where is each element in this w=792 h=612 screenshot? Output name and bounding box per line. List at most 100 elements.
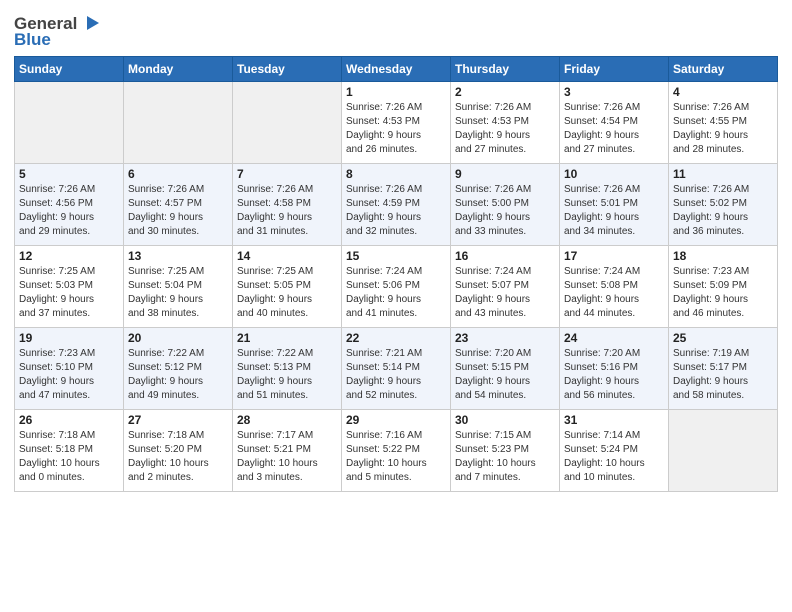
day-info: Sunrise: 7:26 AM Sunset: 4:59 PM Dayligh… — [346, 183, 446, 239]
calendar-cell: 9 Sunrise: 7:26 AM Sunset: 5:00 PM Daylig… — [451, 164, 560, 246]
logo: General Blue — [14, 14, 101, 50]
day-number: 19 — [19, 331, 119, 345]
day-number: 29 — [346, 413, 446, 427]
day-number: 30 — [455, 413, 555, 427]
day-number: 7 — [237, 167, 337, 181]
calendar-cell: 7 Sunrise: 7:26 AM Sunset: 4:58 PM Daylig… — [233, 164, 342, 246]
day-number: 18 — [673, 249, 773, 263]
day-number: 3 — [564, 85, 664, 99]
weekday-friday: Friday — [560, 57, 669, 82]
calendar-cell: 16 Sunrise: 7:24 AM Sunset: 5:07 PM Dayli… — [451, 246, 560, 328]
day-info: Sunrise: 7:20 AM Sunset: 5:15 PM Dayligh… — [455, 347, 555, 403]
calendar-cell: 14 Sunrise: 7:25 AM Sunset: 5:05 PM Dayli… — [233, 246, 342, 328]
day-info: Sunrise: 7:26 AM Sunset: 4:53 PM Dayligh… — [346, 101, 446, 157]
calendar-cell: 30 Sunrise: 7:15 AM Sunset: 5:23 PM Dayli… — [451, 410, 560, 492]
calendar-cell: 31Sunrise: 7:14 AM Sunset: 5:24 PM Dayli… — [560, 410, 669, 492]
calendar-cell: 18Sunrise: 7:23 AM Sunset: 5:09 PM Dayli… — [669, 246, 778, 328]
calendar-cell: 13 Sunrise: 7:25 AM Sunset: 5:04 PM Dayli… — [124, 246, 233, 328]
day-info: Sunrise: 7:26 AM Sunset: 4:53 PM Dayligh… — [455, 101, 555, 157]
calendar-cell — [124, 82, 233, 164]
calendar-cell: 8 Sunrise: 7:26 AM Sunset: 4:59 PM Daylig… — [342, 164, 451, 246]
day-info: Sunrise: 7:25 AM Sunset: 5:04 PM Dayligh… — [128, 265, 228, 321]
weekday-saturday: Saturday — [669, 57, 778, 82]
calendar-cell — [233, 82, 342, 164]
day-info: Sunrise: 7:26 AM Sunset: 4:58 PM Dayligh… — [237, 183, 337, 239]
day-info: Sunrise: 7:22 AM Sunset: 5:13 PM Dayligh… — [237, 347, 337, 403]
day-number: 17 — [564, 249, 664, 263]
calendar-cell: 15 Sunrise: 7:24 AM Sunset: 5:06 PM Dayli… — [342, 246, 451, 328]
calendar-cell — [15, 82, 124, 164]
calendar-cell: 23 Sunrise: 7:20 AM Sunset: 5:15 PM Dayli… — [451, 328, 560, 410]
calendar-cell: 29Sunrise: 7:16 AM Sunset: 5:22 PM Dayli… — [342, 410, 451, 492]
calendar-cell: 27 Sunrise: 7:18 AM Sunset: 5:20 PM Dayli… — [124, 410, 233, 492]
day-info: Sunrise: 7:26 AM Sunset: 4:56 PM Dayligh… — [19, 183, 119, 239]
day-number: 2 — [455, 85, 555, 99]
calendar-cell: 22Sunrise: 7:21 AM Sunset: 5:14 PM Dayli… — [342, 328, 451, 410]
week-row-5: 26 Sunrise: 7:18 AM Sunset: 5:18 PM Dayli… — [15, 410, 778, 492]
day-info: Sunrise: 7:26 AM Sunset: 4:54 PM Dayligh… — [564, 101, 664, 157]
day-number: 15 — [346, 249, 446, 263]
day-number: 6 — [128, 167, 228, 181]
page: General Blue SundayMondayTuesdayWednesda… — [0, 0, 792, 612]
calendar-cell: 28Sunrise: 7:17 AM Sunset: 5:21 PM Dayli… — [233, 410, 342, 492]
calendar-cell — [669, 410, 778, 492]
day-info: Sunrise: 7:23 AM Sunset: 5:10 PM Dayligh… — [19, 347, 119, 403]
day-info: Sunrise: 7:15 AM Sunset: 5:23 PM Dayligh… — [455, 429, 555, 485]
calendar-cell: 1 Sunrise: 7:26 AM Sunset: 4:53 PM Daylig… — [342, 82, 451, 164]
day-number: 21 — [237, 331, 337, 345]
calendar-cell: 25Sunrise: 7:19 AM Sunset: 5:17 PM Dayli… — [669, 328, 778, 410]
day-info: Sunrise: 7:24 AM Sunset: 5:06 PM Dayligh… — [346, 265, 446, 321]
weekday-monday: Monday — [124, 57, 233, 82]
day-info: Sunrise: 7:24 AM Sunset: 5:07 PM Dayligh… — [455, 265, 555, 321]
day-number: 23 — [455, 331, 555, 345]
day-number: 27 — [128, 413, 228, 427]
calendar-cell: 17 Sunrise: 7:24 AM Sunset: 5:08 PM Dayli… — [560, 246, 669, 328]
weekday-tuesday: Tuesday — [233, 57, 342, 82]
day-info: Sunrise: 7:24 AM Sunset: 5:08 PM Dayligh… — [564, 265, 664, 321]
weekday-thursday: Thursday — [451, 57, 560, 82]
day-number: 26 — [19, 413, 119, 427]
week-row-2: 5 Sunrise: 7:26 AM Sunset: 4:56 PM Daylig… — [15, 164, 778, 246]
day-number: 20 — [128, 331, 228, 345]
day-info: Sunrise: 7:25 AM Sunset: 5:05 PM Dayligh… — [237, 265, 337, 321]
day-info: Sunrise: 7:18 AM Sunset: 5:18 PM Dayligh… — [19, 429, 119, 485]
day-number: 5 — [19, 167, 119, 181]
calendar-cell: 19 Sunrise: 7:23 AM Sunset: 5:10 PM Dayli… — [15, 328, 124, 410]
day-number: 1 — [346, 85, 446, 99]
day-number: 9 — [455, 167, 555, 181]
day-info: Sunrise: 7:25 AM Sunset: 5:03 PM Dayligh… — [19, 265, 119, 321]
calendar-cell: 5 Sunrise: 7:26 AM Sunset: 4:56 PM Daylig… — [15, 164, 124, 246]
calendar-cell: 6 Sunrise: 7:26 AM Sunset: 4:57 PM Daylig… — [124, 164, 233, 246]
day-number: 16 — [455, 249, 555, 263]
calendar-cell: 21 Sunrise: 7:22 AM Sunset: 5:13 PM Dayli… — [233, 328, 342, 410]
day-info: Sunrise: 7:26 AM Sunset: 4:57 PM Dayligh… — [128, 183, 228, 239]
weekday-sunday: Sunday — [15, 57, 124, 82]
header: General Blue — [14, 10, 778, 50]
day-info: Sunrise: 7:14 AM Sunset: 5:24 PM Dayligh… — [564, 429, 664, 485]
calendar-cell: 12 Sunrise: 7:25 AM Sunset: 5:03 PM Dayli… — [15, 246, 124, 328]
week-row-1: 1 Sunrise: 7:26 AM Sunset: 4:53 PM Daylig… — [15, 82, 778, 164]
calendar-cell: 4 Sunrise: 7:26 AM Sunset: 4:55 PM Daylig… — [669, 82, 778, 164]
calendar-cell: 20Sunrise: 7:22 AM Sunset: 5:12 PM Dayli… — [124, 328, 233, 410]
day-number: 25 — [673, 331, 773, 345]
day-info: Sunrise: 7:26 AM Sunset: 5:02 PM Dayligh… — [673, 183, 773, 239]
week-row-3: 12 Sunrise: 7:25 AM Sunset: 5:03 PM Dayli… — [15, 246, 778, 328]
day-number: 14 — [237, 249, 337, 263]
calendar-cell: 24 Sunrise: 7:20 AM Sunset: 5:16 PM Dayli… — [560, 328, 669, 410]
calendar-cell: 3 Sunrise: 7:26 AM Sunset: 4:54 PM Daylig… — [560, 82, 669, 164]
day-number: 10 — [564, 167, 664, 181]
week-row-4: 19 Sunrise: 7:23 AM Sunset: 5:10 PM Dayli… — [15, 328, 778, 410]
day-number: 8 — [346, 167, 446, 181]
day-info: Sunrise: 7:26 AM Sunset: 5:00 PM Dayligh… — [455, 183, 555, 239]
day-number: 12 — [19, 249, 119, 263]
day-info: Sunrise: 7:20 AM Sunset: 5:16 PM Dayligh… — [564, 347, 664, 403]
day-info: Sunrise: 7:26 AM Sunset: 4:55 PM Dayligh… — [673, 101, 773, 157]
day-number: 4 — [673, 85, 773, 99]
day-number: 24 — [564, 331, 664, 345]
calendar-cell: 26 Sunrise: 7:18 AM Sunset: 5:18 PM Dayli… — [15, 410, 124, 492]
logo-icon — [79, 12, 101, 34]
day-info: Sunrise: 7:18 AM Sunset: 5:20 PM Dayligh… — [128, 429, 228, 485]
weekday-header-row: SundayMondayTuesdayWednesdayThursdayFrid… — [15, 57, 778, 82]
day-number: 13 — [128, 249, 228, 263]
day-number: 28 — [237, 413, 337, 427]
